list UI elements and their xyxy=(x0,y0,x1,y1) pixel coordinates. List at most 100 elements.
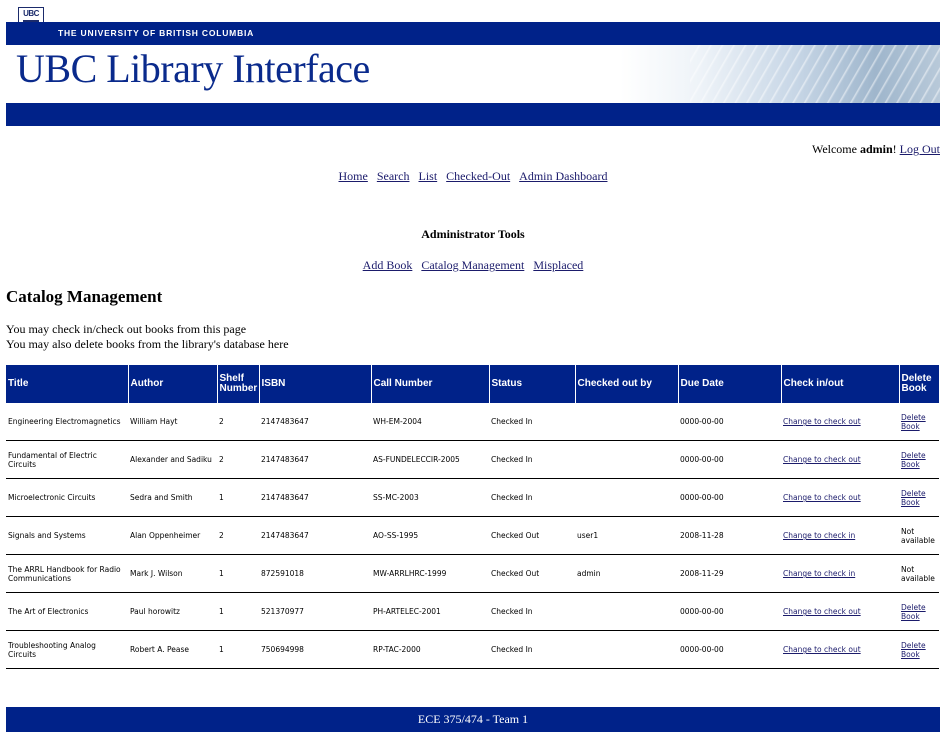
site-banner: UBC THE UNIVERSITY OF BRITISH COLUMBIA U… xyxy=(6,0,940,126)
banner-top-strip xyxy=(6,0,940,22)
nav-home-link[interactable]: Home xyxy=(339,169,368,183)
logout-link[interactable]: Log Out xyxy=(900,142,940,156)
book-status: Checked In xyxy=(489,478,575,517)
book-call-number: MW-ARRLHRC-1999 xyxy=(371,554,489,593)
change-to-check-in-link[interactable]: Change to check in xyxy=(783,569,855,578)
intro-line: You may also delete books from the libra… xyxy=(6,337,289,351)
check-in-out-cell: Change to check out xyxy=(781,478,899,517)
change-to-check-out-link[interactable]: Change to check out xyxy=(783,607,861,616)
delete-cell: Delete Book xyxy=(899,440,939,479)
welcome-prefix: Welcome xyxy=(811,142,860,156)
change-to-check-in-link[interactable]: Change to check in xyxy=(783,531,855,540)
book-status: Checked Out xyxy=(489,554,575,593)
delete-cell: Delete Book xyxy=(899,630,939,669)
book-checked-out-by xyxy=(575,630,678,669)
check-in-out-cell: Change to check out xyxy=(781,630,899,669)
column-header-check-in-out: Check in/out xyxy=(781,365,900,403)
book-author: Paul horowitz xyxy=(128,592,217,631)
book-isbn: 2147483647 xyxy=(259,440,371,479)
table-row: Engineering Electromagnetics William Hay… xyxy=(6,403,939,441)
book-call-number: WH-EM-2004 xyxy=(371,403,489,441)
main-nav: Home Search List Checked-Out Admin Dashb… xyxy=(0,169,946,184)
table-header-row: Title Author Shelf Number ISBN Call Numb… xyxy=(6,365,939,403)
delete-book-link[interactable]: Delete Book xyxy=(901,489,926,507)
book-due-date: 0000-00-00 xyxy=(678,592,781,631)
footer-text: ECE 375/474 - Team 1 xyxy=(417,712,529,726)
book-due-date: 0000-00-00 xyxy=(678,478,781,517)
table-row: The ARRL Handbook for Radio Communicatio… xyxy=(6,554,939,593)
delete-book-link[interactable]: Delete Book xyxy=(901,451,926,469)
check-in-out-cell: Change to check out xyxy=(781,592,899,631)
intro-line: You may check in/check out books from th… xyxy=(6,322,247,336)
table-row: Microelectronic Circuits Sedra and Smith… xyxy=(6,478,939,517)
nav-checked-out-link[interactable]: Checked-Out xyxy=(446,169,510,183)
building-glass-pattern xyxy=(690,45,940,103)
check-in-out-cell: Change to check in xyxy=(781,516,899,555)
book-title: Engineering Electromagnetics xyxy=(6,403,128,441)
book-checked-out-by: user1 xyxy=(575,516,678,555)
delete-book-link[interactable]: Delete Book xyxy=(901,603,926,621)
catalog-management-link[interactable]: Catalog Management xyxy=(421,258,524,272)
change-to-check-out-link[interactable]: Change to check out xyxy=(783,645,861,654)
welcome-username: admin xyxy=(859,142,893,156)
book-shelf: 1 xyxy=(217,592,259,631)
book-call-number: PH-ARTELEC-2001 xyxy=(371,592,489,631)
book-due-date: 0000-00-00 xyxy=(678,630,781,669)
page-intro: You may check in/check out books from th… xyxy=(6,322,289,352)
footer-bar: ECE 375/474 - Team 1 xyxy=(6,707,940,732)
add-book-link[interactable]: Add Book xyxy=(363,258,413,272)
change-to-check-out-link[interactable]: Change to check out xyxy=(783,455,861,464)
admin-tools-nav: Add Book Catalog Management Misplaced xyxy=(0,258,946,273)
book-checked-out-by xyxy=(575,403,678,441)
delete-cell: Delete Book xyxy=(899,403,939,441)
book-status: Checked In xyxy=(489,440,575,479)
delete-unavailable: Not available xyxy=(899,516,939,555)
book-title: Signals and Systems xyxy=(6,516,128,555)
column-header-delete: Delete Book xyxy=(899,365,939,403)
table-row: Fundamental of Electric Circuits Alexand… xyxy=(6,440,939,479)
book-due-date: 2008-11-29 xyxy=(678,554,781,593)
book-author: William Hayt xyxy=(128,403,217,441)
book-shelf: 2 xyxy=(217,516,259,555)
admin-tools-title: Administrator Tools xyxy=(421,227,525,241)
book-isbn: 750694998 xyxy=(259,630,371,669)
book-isbn: 521370977 xyxy=(259,592,371,631)
change-to-check-out-link[interactable]: Change to check out xyxy=(783,417,861,426)
nav-list-link[interactable]: List xyxy=(419,169,438,183)
column-header-due-date: Due Date xyxy=(678,365,782,403)
delete-cell: Delete Book xyxy=(899,478,939,517)
column-header-status: Status xyxy=(489,365,576,403)
book-checked-out-by: admin xyxy=(575,554,678,593)
column-header-checked-out-by: Checked out by xyxy=(575,365,679,403)
book-isbn: 2147483647 xyxy=(259,403,371,441)
change-to-check-out-link[interactable]: Change to check out xyxy=(783,493,861,502)
nav-search-link[interactable]: Search xyxy=(377,169,410,183)
book-title: The Art of Electronics xyxy=(6,592,128,631)
book-checked-out-by xyxy=(575,592,678,631)
book-author: Sedra and Smith xyxy=(128,478,217,517)
misplaced-link[interactable]: Misplaced xyxy=(533,258,583,272)
book-isbn: 872591018 xyxy=(259,554,371,593)
title-band: UBC Library Interface xyxy=(6,45,940,103)
delete-book-link[interactable]: Delete Book xyxy=(901,641,926,659)
book-author: Robert A. Pease xyxy=(128,630,217,669)
banner-bottom-bar xyxy=(6,103,940,126)
nav-admin-dashboard-link[interactable]: Admin Dashboard xyxy=(519,169,607,183)
book-shelf: 2 xyxy=(217,403,259,441)
delete-book-link[interactable]: Delete Book xyxy=(901,413,926,431)
check-in-out-cell: Change to check out xyxy=(781,403,899,441)
book-author: Alan Oppenheimer xyxy=(128,516,217,555)
book-isbn: 2147483647 xyxy=(259,516,371,555)
university-name: THE UNIVERSITY OF BRITISH COLUMBIA xyxy=(58,28,255,38)
book-checked-out-by xyxy=(575,440,678,479)
book-checked-out-by xyxy=(575,478,678,517)
book-call-number: RP-TAC-2000 xyxy=(371,630,489,669)
book-title: The ARRL Handbook for Radio Communicatio… xyxy=(6,554,128,593)
column-header-shelf: Shelf Number xyxy=(217,365,260,403)
table-row: The Art of Electronics Paul horowitz 1 5… xyxy=(6,592,939,631)
book-due-date: 2008-11-28 xyxy=(678,516,781,555)
check-in-out-cell: Change to check in xyxy=(781,554,899,593)
page-title: Catalog Management xyxy=(6,287,163,306)
book-author: Mark J. Wilson xyxy=(128,554,217,593)
delete-unavailable: Not available xyxy=(899,554,939,593)
